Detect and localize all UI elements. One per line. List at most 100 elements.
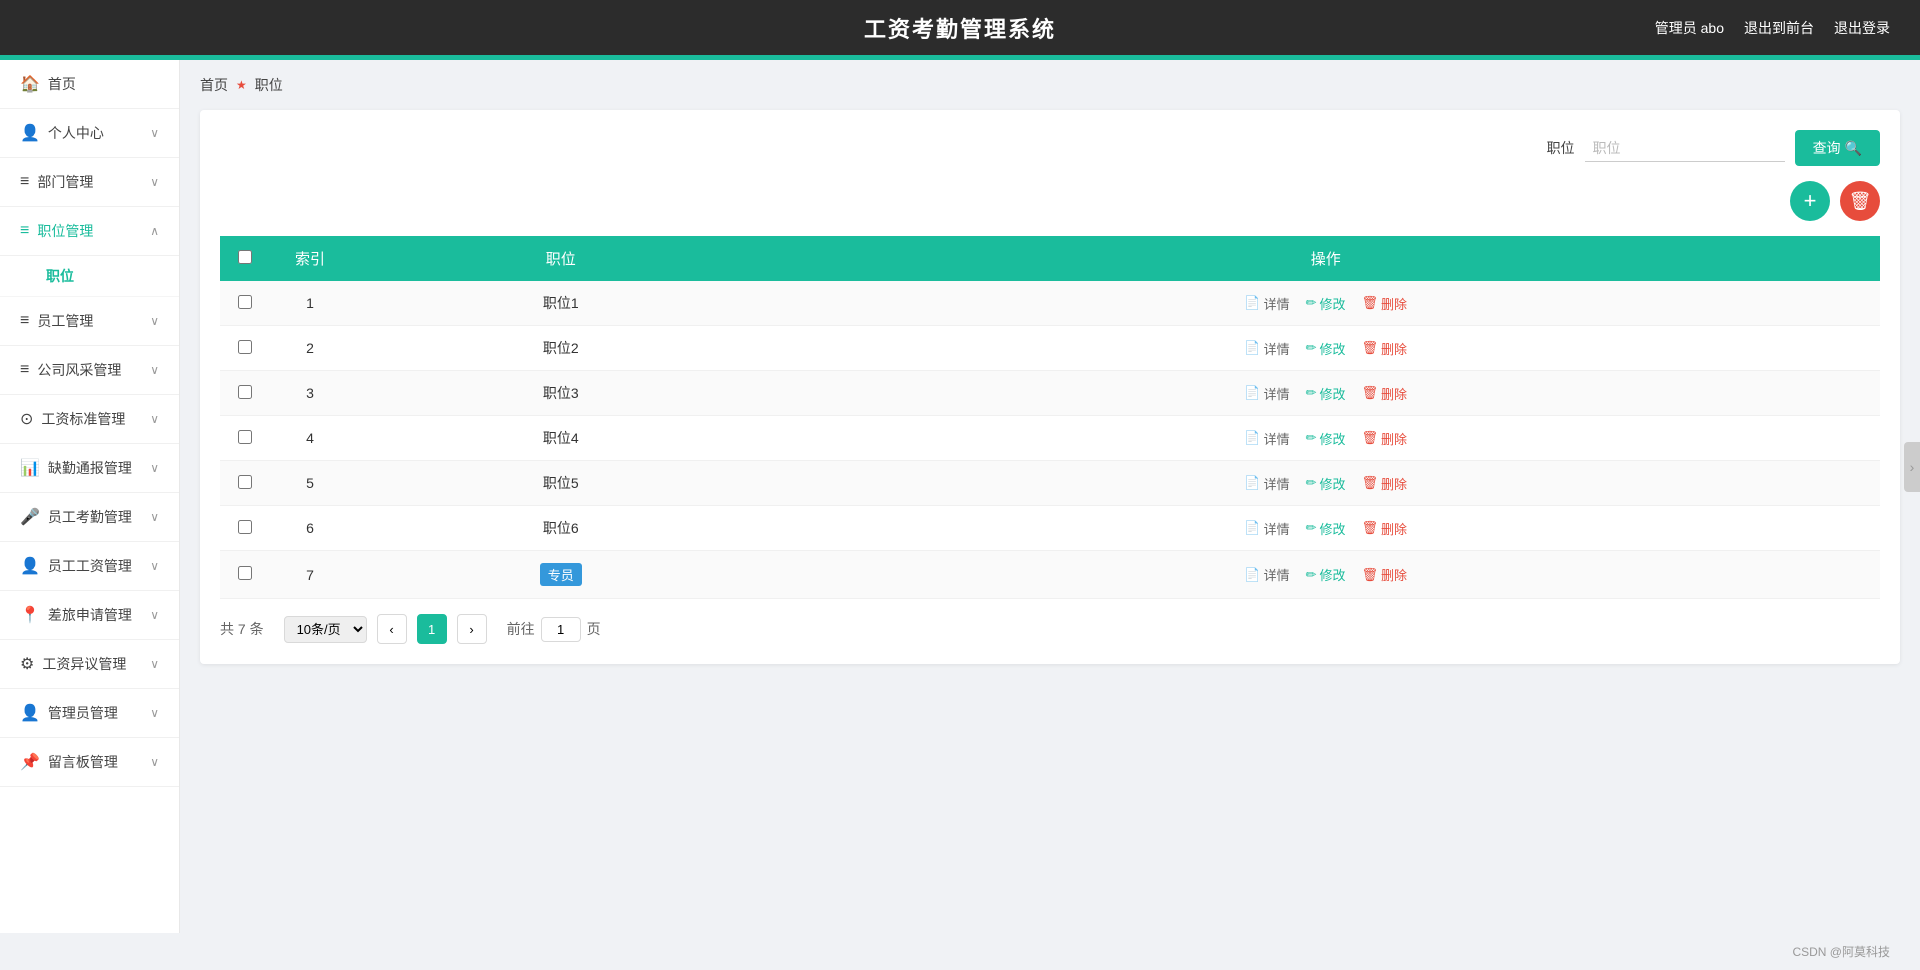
detail-btn[interactable]: 📄 详情 [1244,519,1289,538]
pagination-total: 共 7 条 [220,619,264,639]
header-actions: 管理员 abo 退出到前台 退出登录 [1655,18,1890,38]
sidebar-item-admin-mgr[interactable]: 👤 管理员管理 ∨ [0,689,179,738]
col-actions: 操作 [771,236,1880,281]
employee-icon: ≡ [20,312,29,330]
sidebar-item-travel[interactable]: 📍 差旅申请管理 ∨ [0,591,179,640]
sidebar-item-position[interactable]: ≡ 职位管理 ∧ [0,207,179,256]
goto-input[interactable] [541,617,581,642]
sidebar-travel-label: 差旅申请管理 [48,605,132,625]
edit-btn[interactable]: ✏ 修改 [1306,565,1346,584]
sidebar-item-company[interactable]: ≡ 公司风采管理 ∨ [0,346,179,395]
sidebar-item-personal[interactable]: 👤 个人中心 ∨ [0,109,179,158]
sidebar-home-label: 首页 [48,74,76,94]
detail-label: 详情 [1264,294,1290,313]
sidebar-item-dispute[interactable]: ⚙ 工资异议管理 ∨ [0,640,179,689]
next-page-btn[interactable]: › [457,614,487,644]
detail-btn[interactable]: 📄 详情 [1244,384,1289,403]
trash-icon: 🗑 [1362,475,1379,491]
delete-btn[interactable]: 🗑 删除 [1362,429,1408,448]
breadcrumb-current: 职位 [255,75,283,95]
sidebar-item-dept[interactable]: ≡ 部门管理 ∨ [0,158,179,207]
delete-btn[interactable]: 🗑 删除 [1362,294,1408,313]
delete-btn[interactable]: 🗑 删除 [1362,519,1408,538]
sidebar-dispute-label: 工资异议管理 [42,654,126,674]
detail-btn[interactable]: 📄 详情 [1244,339,1289,358]
chevron-down-icon7: ∨ [150,510,159,524]
row-actions-cell: 📄 详情 ✏ 修改 🗑 删除 [771,281,1880,326]
prev-page-btn[interactable]: ‹ [377,614,407,644]
detail-icon: 📄 [1244,567,1260,583]
goto-front-btn[interactable]: 退出到前台 [1744,18,1814,38]
emp-salary-icon: 👤 [20,556,40,576]
delete-btn[interactable]: 🗑 删除 [1362,384,1408,403]
sidebar-item-absence[interactable]: 📊 缺勤通报管理 ∨ [0,444,179,493]
delete-label: 删除 [1381,474,1407,493]
row-checkbox[interactable] [238,475,252,489]
delete-btn[interactable]: 🗑 删除 [1362,565,1408,584]
delete-btn[interactable]: 🗑 删除 [1362,339,1408,358]
trash-icon: 🗑 [1362,567,1379,583]
search-bar: 职位 查询 🔍 [220,130,1880,166]
chevron-down-icon: ∨ [150,126,159,140]
search-button[interactable]: 查询 🔍 [1795,130,1880,166]
content-card: 职位 查询 🔍 + 🗑 [200,110,1900,664]
row-checkbox[interactable] [238,295,252,309]
goto-prefix: 前往 [507,619,535,639]
personal-icon: 👤 [20,123,40,143]
row-checkbox[interactable] [238,566,252,580]
trash-icon: 🗑 [1362,385,1379,401]
edit-btn[interactable]: ✏ 修改 [1306,339,1346,358]
add-button[interactable]: + [1790,181,1830,221]
detail-label: 详情 [1264,384,1290,403]
batch-delete-button[interactable]: 🗑 [1840,181,1880,221]
right-collapse-handle[interactable]: › [1904,442,1920,492]
row-checkbox[interactable] [238,385,252,399]
edit-btn[interactable]: ✏ 修改 [1306,384,1346,403]
delete-icon: 🗑 [1849,191,1872,212]
detail-icon: 📄 [1244,340,1260,356]
sidebar-item-attendance[interactable]: 🎤 员工考勤管理 ∨ [0,493,179,542]
detail-btn[interactable]: 📄 详情 [1244,565,1289,584]
dispute-icon: ⚙ [20,654,34,674]
edit-btn[interactable]: ✏ 修改 [1306,429,1346,448]
row-actions-cell: 📄 详情 ✏ 修改 🗑 删除 [771,416,1880,461]
delete-btn[interactable]: 🗑 删除 [1362,474,1408,493]
row-checkbox[interactable] [238,430,252,444]
breadcrumb-home[interactable]: 首页 [200,75,228,95]
row-position-name: 专员 [350,551,771,599]
position-icon: ≡ [20,222,29,240]
sidebar-item-salary-std[interactable]: ⊙ 工资标准管理 ∨ [0,395,179,444]
sidebar-subitem-position-list[interactable]: 职位 [0,256,179,297]
sidebar-item-noticeboard[interactable]: 📌 留言板管理 ∨ [0,738,179,787]
logout-btn[interactable]: 退出登录 [1834,18,1890,38]
edit-btn[interactable]: ✏ 修改 [1306,519,1346,538]
row-actions: 📄 详情 ✏ 修改 🗑 删除 [787,519,1864,538]
sidebar-item-home[interactable]: 🏠 首页 [0,60,179,109]
col-index: 索引 [270,236,350,281]
row-actions-cell: 📄 详情 ✏ 修改 🗑 删除 [771,326,1880,371]
select-all-checkbox[interactable] [238,250,252,264]
sidebar-admin-mgr-label: 管理员管理 [48,703,118,723]
page-1-btn[interactable]: 1 [417,614,447,644]
row-actions: 📄 详情 ✏ 修改 🗑 删除 [787,565,1864,584]
sidebar-item-employee[interactable]: ≡ 员工管理 ∨ [0,297,179,346]
detail-btn[interactable]: 📄 详情 [1244,429,1289,448]
company-icon: ≡ [20,361,29,379]
detail-btn[interactable]: 📄 详情 [1244,294,1289,313]
salary-std-icon: ⊙ [20,409,33,429]
search-icon: 🔍 [1845,140,1862,157]
edit-icon: ✏ [1306,295,1317,311]
per-page-select[interactable]: 10条/页 20条/页 50条/页 [284,616,367,643]
sidebar-salary-std-label: 工资标准管理 [41,409,125,429]
row-checkbox[interactable] [238,340,252,354]
edit-btn[interactable]: ✏ 修改 [1306,474,1346,493]
main-content: 首页 ★ 职位 职位 查询 🔍 + [180,60,1920,933]
row-actions-cell: 📄 详情 ✏ 修改 🗑 删除 [771,371,1880,416]
sidebar-item-emp-salary[interactable]: 👤 员工工资管理 ∨ [0,542,179,591]
edit-btn[interactable]: ✏ 修改 [1306,294,1346,313]
position-tag: 专员 [540,563,582,586]
search-input[interactable] [1585,135,1785,162]
row-checkbox[interactable] [238,520,252,534]
detail-btn[interactable]: 📄 详情 [1244,474,1289,493]
chevron-down-icon3: ∨ [150,314,159,328]
